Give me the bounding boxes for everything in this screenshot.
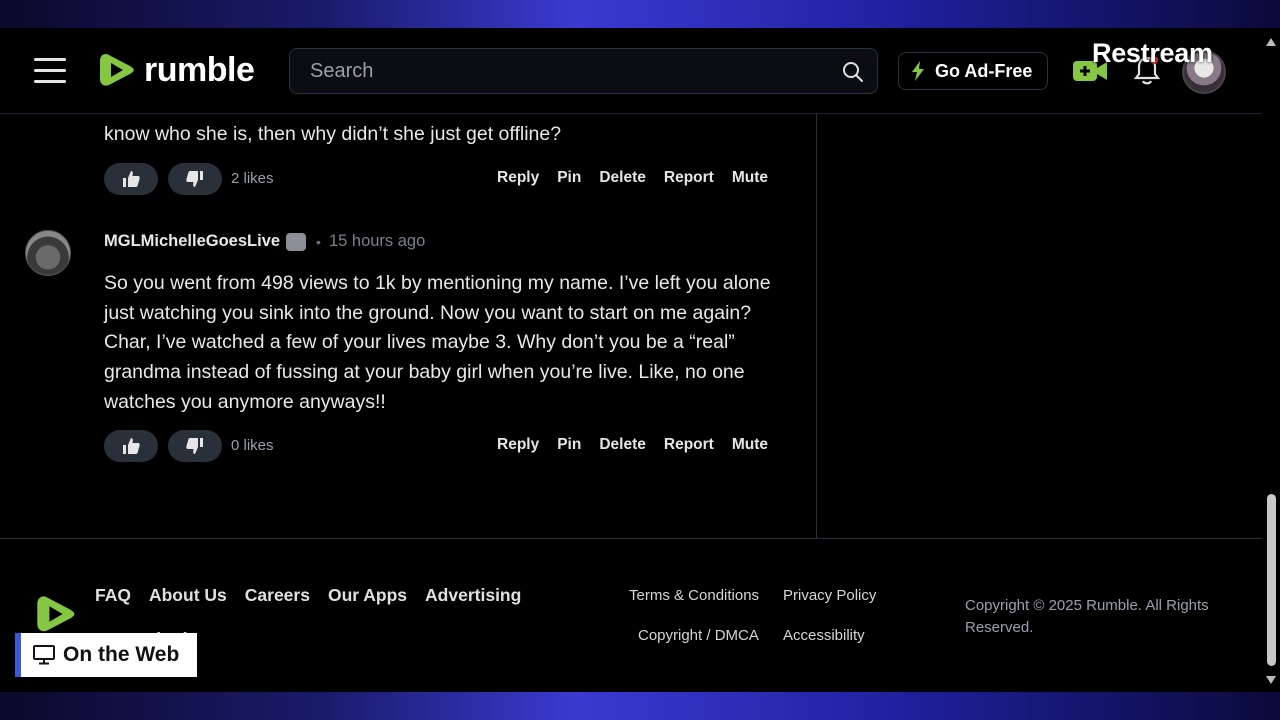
upvote-button[interactable] [104,163,158,195]
footer-link-privacy[interactable]: Privacy Policy [783,587,876,604]
comment-timestamp: 15 hours ago [328,232,426,250]
footer-link-careers[interactable]: Careers [245,585,310,606]
downvote-button[interactable] [168,430,222,462]
comment-header: MGLMichelleGoesLive • 15 hours ago [104,232,425,251]
scroll-up-arrow-icon[interactable] [1266,38,1276,46]
search-input[interactable] [290,49,830,93]
monitor-icon [33,645,55,665]
comment-text: know who she is, then why didn’t she jus… [104,123,562,145]
on-the-web-overlay: On the Web [15,633,197,677]
browser-viewport: rumble Go Ad-Free Restream [0,28,1280,692]
comment-actions: 0 likes Reply Pin Delete Report Mute [104,430,768,462]
delete-button[interactable]: Delete [599,169,646,187]
comment-action-links: Reply Pin Delete Report Mute [497,436,768,454]
bolt-icon [912,61,924,81]
go-ad-free-label: Go Ad-Free [935,60,1033,81]
restream-watermark: Restream [1092,38,1213,68]
mute-button[interactable]: Mute [732,436,768,454]
go-ad-free-button[interactable]: Go Ad-Free [898,52,1048,90]
downvote-button[interactable] [168,163,222,195]
upvote-button[interactable] [104,430,158,462]
rumble-play-icon [100,54,134,86]
thumbs-up-icon [123,438,140,454]
report-button[interactable]: Report [664,436,714,454]
delete-button[interactable]: Delete [599,436,646,454]
reply-button[interactable]: Reply [497,169,539,187]
scroll-down-arrow-icon[interactable] [1266,676,1276,684]
comment-actions: 2 likes Reply Pin Delete Report Mute [104,163,768,195]
on-the-web-label: On the Web [63,643,180,666]
footer-link-dmca[interactable]: Copyright / DMCA [638,627,759,644]
rumble-footer-logo-icon[interactable] [34,592,78,636]
footer-link-terms[interactable]: Terms & Conditions [629,587,759,604]
thumbs-down-icon [186,171,203,187]
logo-text: rumble [144,50,255,89]
footer-link-our-apps[interactable]: Our Apps [328,585,407,606]
pin-button[interactable]: Pin [557,436,581,454]
comment-action-links: Reply Pin Delete Report Mute [497,169,768,187]
search-icon[interactable] [841,60,865,84]
report-button[interactable]: Report [664,169,714,187]
scroll-thumb[interactable] [1267,494,1276,666]
thumbs-down-icon [186,438,203,454]
footer-link-faq[interactable]: FAQ [95,585,131,606]
mute-button[interactable]: Mute [732,169,768,187]
thumbs-up-icon [123,171,140,187]
rumble-logo[interactable]: rumble [98,50,255,90]
footer-link-accessibility[interactable]: Accessibility [783,627,865,644]
reply-button[interactable]: Reply [497,436,539,454]
sidebar-divider [816,114,817,538]
like-count: 2 likes [231,170,274,187]
search-box[interactable] [289,48,878,94]
commenter-avatar[interactable] [25,230,71,276]
menu-icon[interactable] [34,58,66,84]
comment-text: So you went from 498 views to 1k by ment… [104,272,771,413]
comments-section: know who she is, then why didn’t she jus… [0,114,816,538]
footer-nav: FAQ About Us Careers Our Apps Advertisin… [95,585,521,606]
top-header: rumble Go Ad-Free [0,28,1262,114]
copyright-text: Copyright © 2025 Rumble. All Rights Rese… [965,597,1209,636]
footer-link-advertising[interactable]: Advertising [425,585,521,606]
page-scrollbar[interactable] [1262,28,1280,692]
pin-button[interactable]: Pin [557,169,581,187]
separator-dot: • [316,233,321,250]
verified-badge-icon [286,232,307,251]
footer-link-about-us[interactable]: About Us [149,585,227,606]
comment-username[interactable]: MGLMichelleGoesLive [104,232,280,251]
like-count: 0 likes [231,437,274,454]
